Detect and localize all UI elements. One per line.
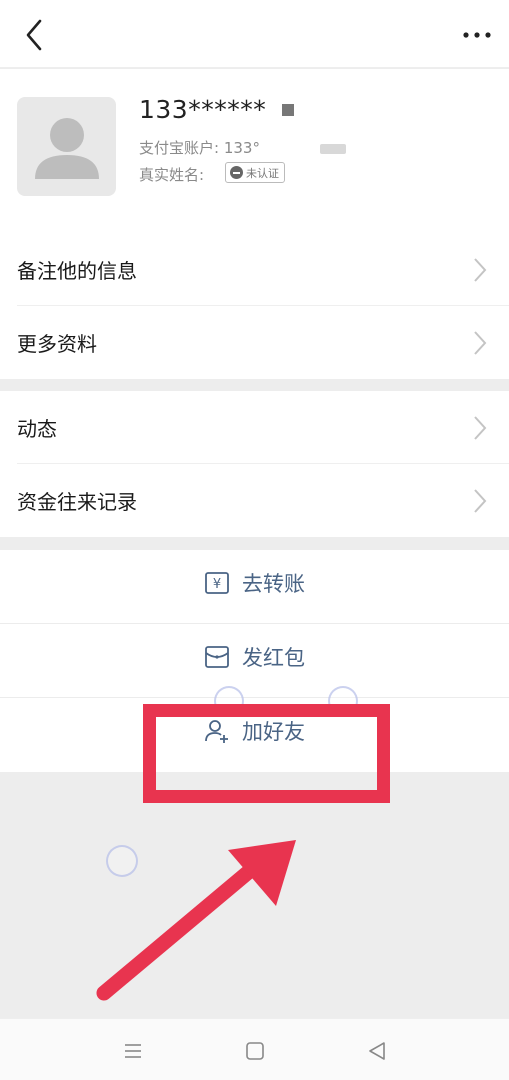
menu-item-label: 备注他的信息 [17,259,137,283]
alipay-account-fragment: ° [252,139,260,157]
back-arrow-icon [26,19,42,51]
transfer-button[interactable]: ¥ 去转账 [0,550,509,624]
chevron-right-icon [474,258,487,282]
highlight-box [143,704,390,803]
menu-icon[interactable] [121,1039,145,1063]
alipay-account-label: 支付宝账户: 133 [139,139,253,157]
menu-item-label: 更多资料 [17,332,97,356]
default-user-icon [35,118,99,179]
home-icon[interactable] [243,1039,267,1063]
back-triangle-icon[interactable] [365,1039,389,1063]
verify-status-text: 未认证 [246,166,279,180]
red-packet-label: 发红包 [242,646,305,670]
menu-item-label: 动态 [17,417,57,441]
profile-name: 133****** [139,95,267,124]
chevron-right-icon [474,331,487,355]
menu-item-more-info[interactable]: 更多资料 [0,306,509,379]
avatar[interactable] [17,97,116,196]
menu-item-fund-records[interactable]: 资金往来记录 [0,464,509,537]
svg-text:¥: ¥ [213,577,221,592]
yen-card-icon: ¥ [205,572,229,594]
chevron-right-icon [474,416,487,440]
alipay-account: 支付宝账户: 133° [139,137,260,158]
menu-item-remark[interactable]: 备注他的信息 [0,233,509,306]
envelope-icon [205,646,229,668]
menu-item-moments[interactable]: 动态 [0,391,509,464]
more-button[interactable] [459,20,495,50]
system-nav-bar [0,1018,509,1080]
transfer-label: 去转账 [242,572,305,596]
chevron-right-icon [474,489,487,513]
touch-indicator [106,845,138,877]
realname-label: 真实姓名: [139,166,205,184]
verify-status-badge: 未认证 [225,162,285,183]
back-button[interactable] [18,18,50,52]
masked-pixel [320,144,346,154]
more-dots-icon [463,32,491,38]
minus-circle-icon [230,166,243,179]
top-bar [0,0,509,68]
red-packet-button[interactable]: 发红包 [0,624,509,698]
menu-item-label: 资金往来记录 [17,490,137,514]
profile-card: 133****** 支付宝账户: 133° 真实姓名: 未认证 [0,69,509,233]
masked-pixel [282,104,294,116]
